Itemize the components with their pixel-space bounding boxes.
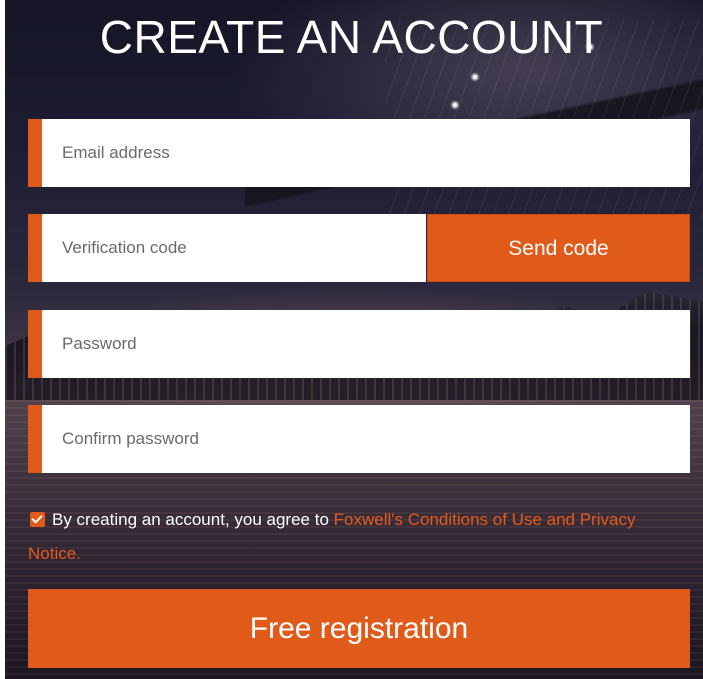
send-code-button[interactable]: Send code <box>427 214 690 282</box>
verification-code-field[interactable]: Verification code <box>28 214 426 282</box>
free-registration-button[interactable]: Free registration <box>28 589 690 668</box>
light-glow <box>470 72 480 82</box>
password-placeholder: Password <box>62 334 137 353</box>
password-field[interactable]: Password <box>28 310 690 378</box>
email-field[interactable]: Email address <box>28 119 690 187</box>
verification-code-placeholder: Verification code <box>62 238 187 257</box>
light-glow <box>450 100 460 110</box>
confirm-password-field[interactable]: Confirm password <box>28 405 690 473</box>
confirm-password-placeholder: Confirm password <box>62 429 199 448</box>
agree-checkbox[interactable] <box>30 512 45 527</box>
page-title: CREATE AN ACCOUNT <box>99 11 604 63</box>
terms-agreement: By creating an account, you agree to Fox… <box>28 503 688 571</box>
email-placeholder: Email address <box>62 143 170 162</box>
agreement-text: By creating an account, you agree to <box>52 510 334 529</box>
